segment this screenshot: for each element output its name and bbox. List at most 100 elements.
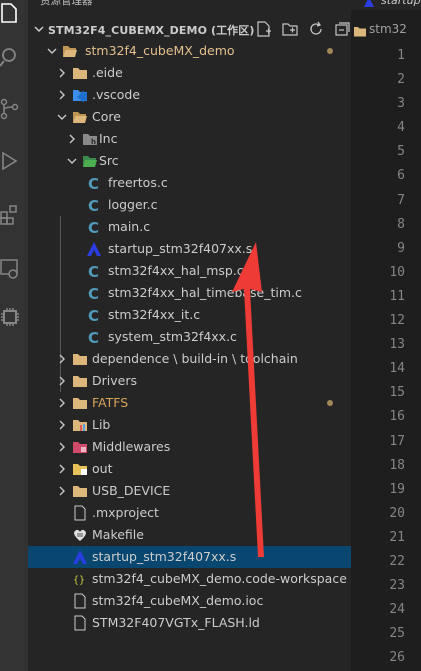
tree-item[interactable]: {} stm32f4_cubeMX_demo.code-workspace	[28, 568, 351, 590]
middlewares-folder-icon	[72, 439, 88, 455]
source-control-icon[interactable]	[0, 98, 20, 120]
tree-item-label: Core	[92, 109, 121, 124]
line-number: 20	[389, 505, 405, 521]
tree-item[interactable]: dependence \ build-in \ toolchain	[28, 348, 351, 370]
include-folder-icon: h	[82, 131, 98, 147]
line-number: 12	[389, 313, 405, 329]
asm-file-icon	[363, 0, 375, 8]
folder-open-icon	[62, 43, 78, 59]
line-number: 16	[389, 409, 405, 425]
line-number: 17	[389, 433, 405, 449]
new-folder-icon[interactable]	[281, 20, 299, 38]
folder-icon	[72, 395, 88, 411]
line-number: 5	[397, 144, 405, 160]
line-number: 1	[397, 48, 405, 63]
svg-text:{}: {}	[73, 575, 85, 586]
tree-item[interactable]: h Inc	[28, 128, 351, 150]
breadcrumb[interactable]: stm32	[369, 22, 407, 36]
tree-item-label: main.c	[108, 219, 151, 234]
tree-item[interactable]: Cfreertos.c	[28, 172, 351, 194]
tree-item[interactable]: .mxproject	[28, 502, 351, 524]
library-folder-icon	[72, 417, 88, 433]
tree-item[interactable]: Lib	[28, 414, 351, 436]
editor-tab[interactable]: startup	[351, 0, 421, 10]
run-debug-icon[interactable]	[0, 150, 20, 172]
tree-item-label: Drivers	[92, 373, 137, 388]
line-number: 9	[397, 240, 405, 256]
tree-item[interactable]: Drivers	[28, 370, 351, 392]
svg-text:C: C	[88, 329, 99, 345]
tree-item[interactable]: Cstm32f4xx_hal_timebase_tim.c	[28, 282, 351, 304]
chevron-right-icon	[56, 419, 68, 431]
tree-item[interactable]: Core	[28, 106, 351, 128]
tree-item[interactable]: Src	[28, 150, 351, 172]
tree-item[interactable]: out	[28, 458, 351, 480]
chevron-down-icon	[66, 155, 78, 167]
files-icon[interactable]	[0, 2, 20, 24]
tree-item[interactable]: stm32f4_cubeMX_demo.ioc	[28, 590, 351, 612]
tree-item[interactable]: USB_DEVICE	[28, 480, 351, 502]
file-icon	[72, 615, 88, 631]
tree-item[interactable]: Csystem_stm32f4xx.c	[28, 326, 351, 348]
editor-area: startup stm32 1 2 3 4 5 6 7 8 9 10 11 12 13 14 15 16 17 1…	[351, 0, 421, 671]
line-number: 18	[389, 457, 405, 473]
tree-item[interactable]: FATFS	[28, 392, 351, 414]
file-icon	[72, 593, 88, 609]
svg-text:C: C	[88, 197, 99, 213]
tree-item-label: FATFS	[92, 395, 129, 410]
svg-text:C: C	[88, 263, 99, 279]
tree-item-label: Lib	[92, 417, 111, 432]
section-actions	[255, 20, 351, 38]
extensions-icon[interactable]	[0, 204, 20, 226]
folder-icon	[72, 483, 88, 499]
chevron-right-icon	[56, 485, 68, 497]
tree-item-label: stm32f4_cubeMX_demo	[85, 43, 235, 58]
tree-item[interactable]: Cstm32f4xx_it.c	[28, 304, 351, 326]
remote-explorer-icon[interactable]	[0, 258, 20, 280]
search-icon[interactable]	[0, 46, 20, 68]
tree-item[interactable]: Cmain.c	[28, 216, 351, 238]
tree-item[interactable]: Middlewares	[28, 436, 351, 458]
tree-item-label: dependence \ build-in \ toolchain	[92, 351, 298, 366]
tree-item-label: out	[92, 461, 113, 476]
folder-icon	[353, 24, 367, 38]
line-number: 26	[389, 650, 405, 666]
svg-text:C: C	[88, 175, 99, 191]
tree-item[interactable]: .eide	[28, 62, 351, 84]
c-file-icon: C	[86, 285, 102, 303]
line-number: 4	[397, 120, 405, 136]
tree-item-label: stm32f4_cubeMX_demo.ioc	[92, 593, 264, 608]
workspace-section-header[interactable]: STM32F4_CUBEMX_DEMO (工作区)	[28, 18, 351, 40]
collapse-all-icon[interactable]	[333, 20, 351, 38]
line-number: 13	[389, 337, 405, 353]
tree-item-label: stm32f4xx_hal_timebase_tim.c	[108, 285, 302, 300]
tree-item-label: stm32f4_cubeMX_demo.code-workspace	[92, 571, 347, 586]
new-file-icon[interactable]	[255, 20, 273, 38]
explorer-title: 资源管理器	[40, 0, 93, 7]
chevron-right-icon	[56, 441, 68, 453]
tree-item-label: Src	[99, 153, 119, 168]
c-file-icon: C	[86, 197, 102, 215]
chevron-right-icon	[66, 133, 78, 145]
tree-item-label: .eide	[92, 65, 123, 80]
c-file-icon: C	[86, 263, 102, 281]
c-file-icon: C	[86, 329, 102, 347]
tree-item[interactable]: Cstm32f4xx_hal_msp.c	[28, 260, 351, 282]
asm-file-icon	[72, 549, 88, 565]
tree-item[interactable]: STM32F407VGTx_FLASH.ld	[28, 612, 351, 634]
tree-item[interactable]: Clogger.c	[28, 194, 351, 216]
file-tree: stm32f4_cubeMX_demo .eide .vscode Core h Inc S…	[28, 40, 351, 634]
asm-file-icon	[86, 241, 102, 257]
tree-item-label: startup_stm32f407xx.s	[108, 241, 253, 256]
tree-item[interactable]: .vscode	[28, 84, 351, 106]
c-file-icon: C	[86, 175, 102, 193]
tree-item-label: stm32f4xx_hal_msp.c	[108, 263, 244, 278]
tree-item[interactable]: Makefile	[28, 524, 351, 546]
line-number: 23	[389, 578, 405, 594]
tree-item[interactable]: startup_stm32f407xx.s	[28, 238, 351, 260]
chevron-right-icon	[56, 375, 68, 387]
refresh-icon[interactable]	[307, 20, 325, 38]
chip-icon[interactable]	[0, 306, 20, 328]
tree-item[interactable]: startup_stm32f407xx.s	[28, 546, 351, 568]
tree-item[interactable]: stm32f4_cubeMX_demo	[28, 40, 351, 62]
